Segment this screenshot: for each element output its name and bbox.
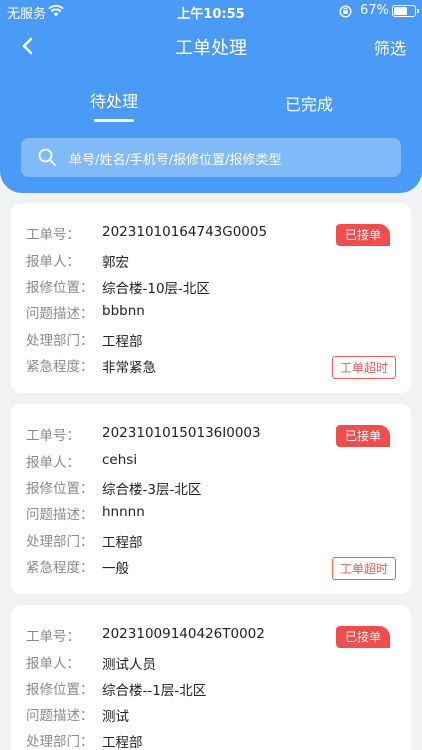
clock: 上午10:55 [177,7,245,22]
order-no-label: 工单号： [26,227,80,243]
order-no-value: 20231010150136I0003 [102,425,261,441]
header: 无服务 上午10:55 67% 工单处理 筛选 待处理 已完成 单号/姓名/手机… [0,0,422,193]
location-label: 报修位置： [26,682,94,698]
battery-icon [392,5,419,17]
tab-completed[interactable]: 已完成 [273,91,345,115]
tab-pending[interactable]: 待处理 [78,88,150,112]
urgency-label: 紧急程度： [26,560,94,576]
overtime-badge: 工单超时 [331,557,396,580]
filter-button[interactable]: 筛选 [374,35,406,59]
urgency-label: 紧急程度： [26,359,94,375]
search-input[interactable]: 单号/姓名/手机号/报修位置/报修类型 [21,138,401,177]
problem-value: hnnnn [102,504,145,520]
problem-value: bbbnn [102,303,145,319]
location-label: 报修位置： [26,481,94,497]
status-badge: 已接单 [335,224,390,246]
department-label: 处理部门： [26,333,94,349]
problem-label: 问题描述： [26,708,94,724]
department-value: 工程部 [102,535,143,551]
work-order-card[interactable]: 工单号： 20231009140426T0002 已接单 报单人： 测试人员 报修位… [11,605,411,750]
reporter-value: 测试人员 [102,657,156,673]
department-value: 工程部 [102,735,143,750]
search-icon [38,148,56,166]
problem-label: 问题描述： [26,306,94,322]
work-order-card[interactable]: 工单号： 20231010150136I0003 已接单 报单人： cehsi 报修… [11,404,411,594]
status-badge: 已接单 [335,626,390,648]
reporter-label: 报单人： [26,455,80,471]
reporter-value: cehsi [102,452,138,468]
urgency-value: 非常紧急 [102,360,156,376]
battery-percent: 67% [360,3,389,18]
battery-level-fill [394,7,407,15]
department-label: 处理部门： [26,734,94,750]
reporter-label: 报单人： [26,656,80,672]
reporter-value: 郭宏 [102,255,129,271]
overtime-badge: 工单超时 [331,356,396,379]
page-title: 工单处理 [175,38,247,59]
department-label: 处理部门： [26,534,94,550]
location-value: 综合楼--1层-北区 [102,683,207,699]
work-order-card[interactable]: 工单号： 20231010164743G0005 已接单 报单人： 郭宏 报修位置：… [11,203,411,393]
urgency-value: 一般 [102,561,129,577]
order-no-value: 20231010164743G0005 [102,224,268,240]
problem-value: 测试 [102,709,129,725]
location-value: 综合楼-3层-北区 [102,482,202,498]
location-label: 报修位置： [26,280,94,296]
battery-cap [417,9,419,13]
status-badge: 已接单 [335,425,390,447]
location-value: 综合楼-10层-北区 [102,281,210,297]
department-value: 工程部 [102,334,143,350]
order-no-value: 20231009140426T0002 [102,626,265,642]
order-no-label: 工单号： [26,629,80,645]
order-no-label: 工单号： [26,428,80,444]
status-bar: 无服务 上午10:55 67% [0,0,422,24]
rotation-lock-icon [339,5,352,18]
active-tab-indicator [94,119,134,122]
search-placeholder: 单号/姓名/手机号/报修位置/报修类型 [69,153,282,168]
reporter-label: 报单人： [26,254,80,270]
problem-label: 问题描述： [26,507,94,523]
